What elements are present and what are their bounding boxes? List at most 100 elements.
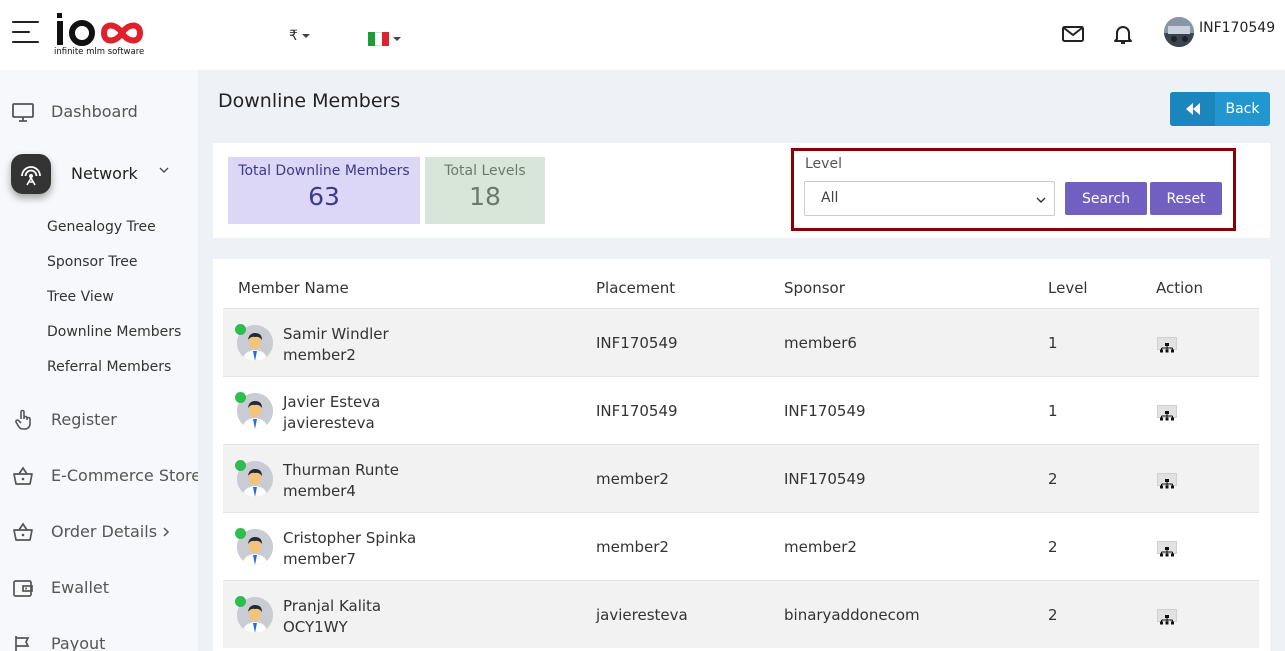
online-status-dot: [235, 528, 246, 539]
chevron-down-icon: [1036, 197, 1046, 203]
column-header-placement: Placement: [596, 279, 676, 297]
sponsor-cell: member2: [784, 538, 857, 556]
level-select-value: All: [821, 190, 839, 206]
user-avatar[interactable]: [1164, 17, 1194, 47]
mail-icon[interactable]: [1061, 22, 1085, 46]
brand-logo[interactable]: infinite mlm software: [54, 10, 154, 60]
logo-subtitle: infinite mlm software: [54, 47, 145, 57]
level-cell: 2: [1048, 606, 1058, 624]
monitor-icon: [12, 103, 34, 122]
table-row: Thurman Runte member4 member2 INF170549 2: [223, 444, 1259, 512]
stat-label: Total Downline Members: [238, 163, 410, 179]
sidebar-item-payout[interactable]: Payout: [0, 624, 198, 651]
sidebar-item-register[interactable]: Register: [0, 400, 198, 440]
sidebar: Dashboard Network Genealogy Tree Sponsor…: [0, 70, 198, 651]
back-button[interactable]: Back: [1170, 92, 1270, 126]
basket-icon: [13, 466, 33, 485]
sidebar-subitem-tree-view[interactable]: Tree View: [47, 289, 114, 305]
currency-selector[interactable]: ₹: [289, 28, 310, 44]
member-full-name: Samir Windler: [283, 325, 389, 343]
table-row: Javier Esteva javieresteva INF170549 INF170…: [223, 376, 1259, 444]
chevron-down-icon[interactable]: [158, 164, 170, 176]
sidebar-item-label: Register: [51, 410, 117, 429]
sidebar-subitem-referral-members[interactable]: Referral Members: [47, 359, 171, 375]
payout-icon: [15, 636, 30, 651]
hand-pointer-icon: [15, 409, 31, 430]
level-select[interactable]: All: [804, 181, 1055, 216]
stat-value: 18: [469, 182, 501, 211]
sidebar-item-dashboard[interactable]: Dashboard: [0, 92, 198, 132]
member-full-name: Javier Esteva: [283, 393, 381, 411]
column-header-level: Level: [1048, 279, 1088, 297]
sponsor-cell: member6: [784, 334, 857, 352]
sidebar-item-order-details[interactable]: Order Details: [0, 512, 198, 552]
member-username: member4: [283, 482, 356, 500]
stat-value: 63: [308, 182, 340, 211]
table-row: Samir Windler member2 INF170549 member6 1: [223, 308, 1259, 376]
stat-label: Total Levels: [444, 163, 526, 179]
member-full-name: Cristopher Spinka: [283, 529, 417, 547]
hierarchy-tree-icon[interactable]: [1157, 337, 1177, 353]
chevron-down-icon: [301, 34, 310, 38]
table-row: Cristopher Spinka member7 member2 member2 2: [223, 512, 1259, 580]
placement-cell: INF170549: [596, 334, 678, 352]
level-cell: 2: [1048, 538, 1058, 556]
top-header: infinite mlm software ₹ INF170549: [0, 0, 1285, 70]
column-header-action: Action: [1156, 279, 1203, 297]
search-button[interactable]: Search: [1065, 182, 1147, 215]
member-full-name: Pranjal Kalita: [283, 597, 382, 615]
placement-cell: member2: [596, 538, 669, 556]
online-status-dot: [235, 460, 246, 471]
wallet-icon: [13, 580, 33, 597]
hierarchy-tree-icon[interactable]: [1157, 405, 1177, 421]
member-full-name: Thurman Runte: [283, 461, 400, 479]
sidebar-subitem-downline-members[interactable]: Downline Members: [47, 324, 181, 340]
bell-icon[interactable]: [1111, 22, 1135, 46]
online-status-dot: [235, 596, 246, 607]
column-header-member-name: Member Name: [238, 279, 349, 297]
sidebar-subitem-sponsor-tree[interactable]: Sponsor Tree: [47, 254, 137, 270]
level-filter-label: Level: [805, 156, 842, 172]
member-username: member2: [283, 346, 356, 364]
hierarchy-tree-icon[interactable]: [1157, 541, 1177, 557]
sidebar-item-label: Order Details: [51, 522, 158, 541]
sidebar-item-network[interactable]: Network: [71, 164, 138, 183]
hierarchy-tree-icon[interactable]: [1157, 473, 1177, 489]
basket-icon: [13, 522, 33, 541]
level-cell: 1: [1048, 402, 1058, 420]
table-row: Pranjal Kalita OCY1WY javieresteva binaryad…: [223, 580, 1259, 648]
back-button-label: Back: [1225, 101, 1260, 117]
sidebar-item-label: E-Commerce Store: [51, 466, 198, 485]
sponsor-cell: binaryaddonecom: [784, 606, 920, 624]
sponsor-cell: INF170549: [784, 470, 866, 488]
sidebar-item-ecommerce-store[interactable]: E-Commerce Store: [0, 456, 198, 496]
double-chevron-left-icon: [1170, 92, 1215, 126]
language-selector[interactable]: [368, 32, 401, 46]
member-username: OCY1WY: [283, 618, 348, 636]
chevron-right-icon: [163, 527, 170, 537]
online-status-dot: [235, 392, 246, 403]
currency-symbol: ₹: [289, 28, 298, 44]
network-icon[interactable]: [11, 154, 51, 194]
chevron-down-icon: [393, 37, 401, 41]
sidebar-item-label: Ewallet: [51, 578, 110, 597]
placement-cell: member2: [596, 470, 669, 488]
sidebar-item-label: Payout: [51, 634, 106, 651]
italy-flag-icon: [368, 32, 389, 46]
sidebar-item-label: Dashboard: [51, 102, 138, 121]
sponsor-cell: INF170549: [784, 402, 866, 420]
level-cell: 2: [1048, 470, 1058, 488]
sidebar-subitem-genealogy-tree[interactable]: Genealogy Tree: [47, 219, 156, 235]
member-username: member7: [283, 550, 356, 568]
menu-toggle-icon[interactable]: [12, 21, 39, 43]
reset-button[interactable]: Reset: [1150, 182, 1222, 215]
placement-cell: javieresteva: [596, 606, 688, 624]
hierarchy-tree-icon[interactable]: [1157, 609, 1177, 625]
online-status-dot: [235, 324, 246, 335]
column-header-sponsor: Sponsor: [784, 279, 845, 297]
sidebar-item-ewallet[interactable]: Ewallet: [0, 568, 198, 608]
page-title: Downline Members: [218, 90, 401, 112]
level-cell: 1: [1048, 334, 1058, 352]
user-name[interactable]: INF170549: [1199, 20, 1275, 36]
placement-cell: INF170549: [596, 402, 678, 420]
